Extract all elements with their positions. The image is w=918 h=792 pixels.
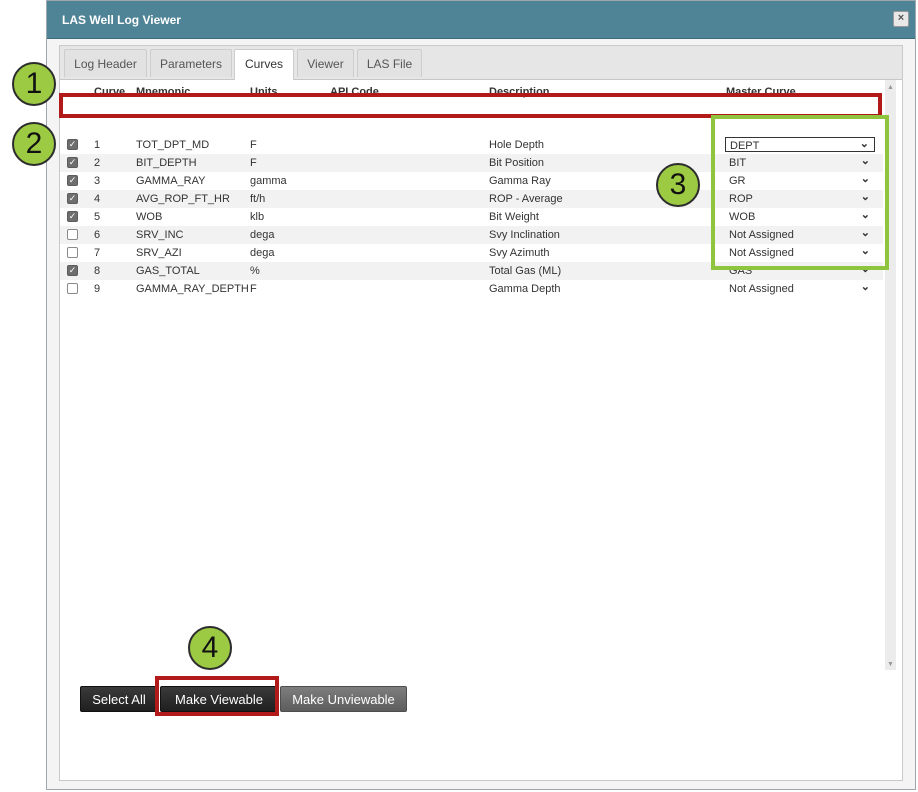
scroll-up-arrow-icon[interactable]: ▲ [887, 84, 894, 91]
curve-units: klb [250, 211, 265, 223]
curve-mnemonic: GAS_TOTAL [136, 265, 200, 277]
curve-mnemonic: WOB [136, 211, 163, 223]
curve-checkbox[interactable]: ✓ [67, 139, 78, 150]
curve-checkbox[interactable] [67, 283, 78, 294]
curve-mnemonic: SRV_INC [136, 229, 184, 241]
master-curve-select[interactable]: Not Assigned ⌄ [725, 281, 875, 296]
curve-checkbox[interactable] [67, 229, 78, 240]
curve-number: 9 [94, 283, 101, 295]
curve-description: ROP - Average [489, 193, 563, 205]
select-all-button[interactable]: Select All [80, 686, 158, 712]
master-curve-highlight [711, 115, 889, 270]
curve-checkbox[interactable]: ✓ [67, 265, 78, 276]
curve-checkbox[interactable]: ✓ [67, 211, 78, 222]
curve-number: 8 [94, 265, 101, 277]
curve-description: Svy Azimuth [489, 247, 550, 259]
table-row[interactable]: 9 GAMMA_RAY_DEPTH F Gamma Depth Not Assigned… [60, 280, 883, 298]
curve-checkbox[interactable]: ✓ [67, 193, 78, 204]
curve-number: 2 [94, 157, 101, 169]
curve-mnemonic: BIT_DEPTH [136, 157, 197, 169]
callout-2: 2 [12, 122, 56, 166]
curve-description: Total Gas (ML) [489, 265, 562, 277]
make-unviewable-button[interactable]: Make Unviewable [280, 686, 407, 712]
curve-description: Svy Inclination [489, 229, 560, 241]
callout-4: 4 [188, 626, 232, 670]
curve-description: Hole Depth [489, 139, 545, 151]
window-title: LAS Well Log Viewer [62, 13, 181, 27]
curve-number: 7 [94, 247, 101, 259]
title-bar[interactable]: LAS Well Log Viewer × [47, 1, 915, 39]
curve-units: ft/h [250, 193, 266, 205]
curve-units: % [250, 265, 260, 277]
tab-bar: Log Header Parameters Curves Viewer LAS … [60, 46, 902, 80]
curve-mnemonic: AVG_ROP_FT_HR [136, 193, 230, 205]
curve-number: 6 [94, 229, 101, 241]
curve-number: 4 [94, 193, 101, 205]
curve-checkbox[interactable]: ✓ [67, 157, 78, 168]
chevron-down-icon[interactable]: ⌄ [861, 280, 870, 293]
master-curve-value: Not Assigned [729, 283, 794, 295]
curve-number: 5 [94, 211, 101, 223]
curve-number: 1 [94, 139, 101, 151]
tab-curves[interactable]: Curves [234, 49, 294, 80]
tab-viewer[interactable]: Viewer [297, 49, 354, 77]
curve-units: dega [250, 247, 275, 259]
curve-mnemonic: TOT_DPT_MD [136, 139, 210, 151]
curve-mnemonic: SRV_AZI [136, 247, 182, 259]
scroll-down-arrow-icon[interactable]: ▼ [887, 661, 894, 668]
close-icon[interactable]: × [893, 11, 909, 27]
curve-units: gamma [250, 175, 287, 187]
tab-log-header[interactable]: Log Header [64, 49, 147, 77]
curve-units: F [250, 283, 257, 295]
curve-description: Bit Weight [489, 211, 539, 223]
curve-units: F [250, 139, 257, 151]
curve-number: 3 [94, 175, 101, 187]
curve-units: dega [250, 229, 275, 241]
curve-description: Gamma Ray [489, 175, 551, 187]
curve-mnemonic: GAMMA_RAY [136, 175, 206, 187]
curve-checkbox[interactable] [67, 247, 78, 258]
curve-description: Bit Position [489, 157, 545, 169]
curve-mnemonic: GAMMA_RAY_DEPTH [136, 283, 249, 295]
make-viewable-highlight [155, 676, 279, 716]
callout-3: 3 [656, 163, 700, 207]
curve-checkbox[interactable]: ✓ [67, 175, 78, 186]
tab-las-file[interactable]: LAS File [357, 49, 422, 77]
curve-units: F [250, 157, 257, 169]
tab-parameters[interactable]: Parameters [150, 49, 232, 77]
curve-description: Gamma Depth [489, 283, 561, 295]
callout-1: 1 [12, 62, 56, 106]
